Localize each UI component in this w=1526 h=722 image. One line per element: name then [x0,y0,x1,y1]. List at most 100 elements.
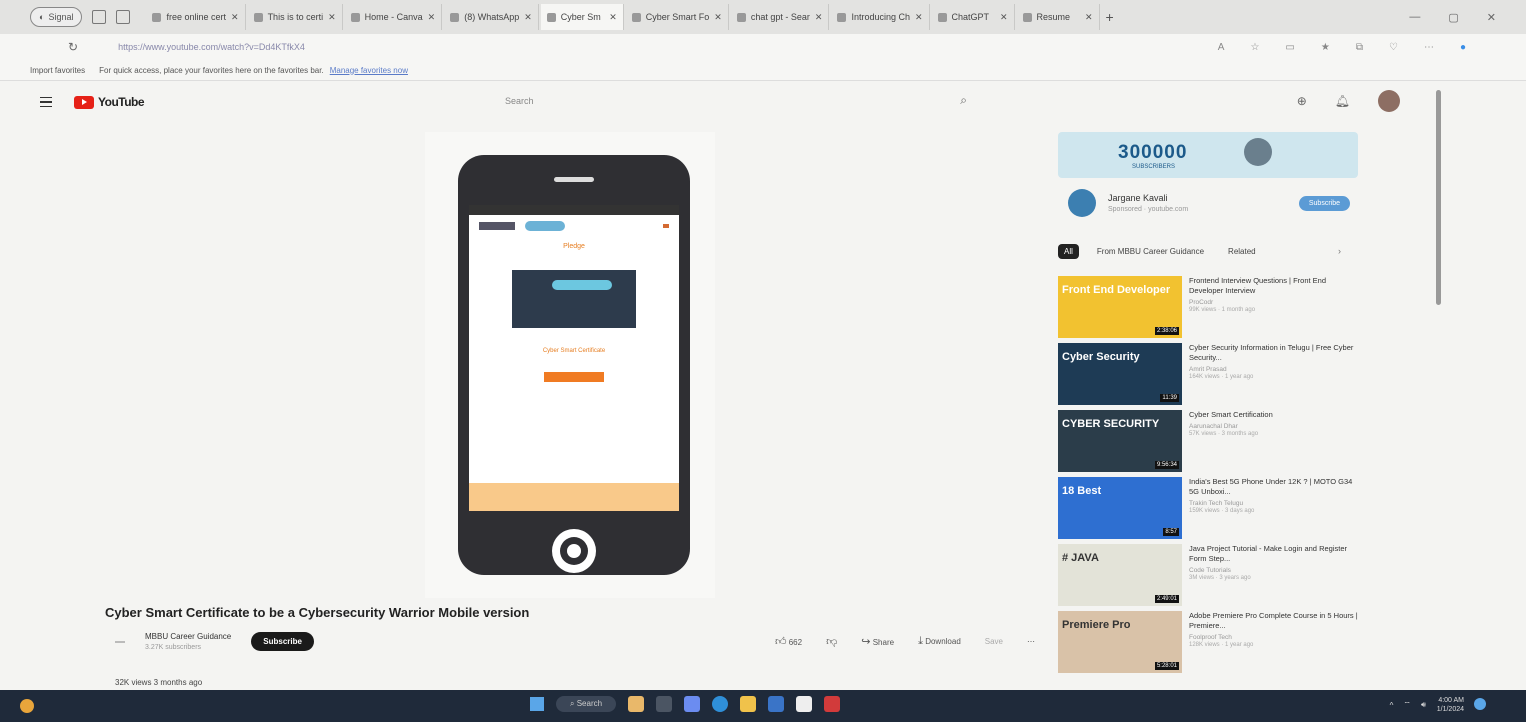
subscribe-button[interactable]: Subscribe [251,632,314,651]
download-button[interactable]: ⤓ Download [918,635,961,648]
copilot-app-icon[interactable] [628,696,645,712]
menu-icon[interactable] [40,96,52,108]
notifications-icon[interactable]: 🔔︎ [1335,94,1350,108]
recommendation-channel[interactable]: Amrit Prasad [1189,366,1358,374]
channel-name[interactable]: MBBU Career Guidance [145,632,231,641]
close-tab-icon[interactable]: ✕ [915,12,923,23]
close-window-icon[interactable]: ✕ [1487,11,1496,24]
video-thumbnail[interactable]: 18 Best 8:57 [1058,477,1182,539]
browser-tab[interactable]: free online cert ✕ [146,4,246,30]
search-icon[interactable]: ⌕ [960,93,967,108]
chips-next-icon[interactable]: › [1338,246,1341,256]
browser-tab[interactable]: Home - Canva ✕ [345,4,443,30]
ad-channel-name[interactable]: Jargane Kavali [1108,193,1188,203]
more-menu-icon[interactable]: ⋯ [1424,42,1434,53]
recommendation-title[interactable]: Adobe Premiere Pro Complete Course in 5 … [1189,611,1358,631]
close-tab-icon[interactable]: ✕ [815,12,823,23]
video-player[interactable]: Pledge Cyber Smart Certificate [425,132,715,598]
taskbar-search[interactable]: ⌕ Search [556,696,617,712]
photos-icon[interactable] [796,696,813,712]
minimize-icon[interactable]: — [1409,11,1420,24]
thumbs-down-icon[interactable]: 👎︎ [826,635,837,648]
browser-tab[interactable]: Cyber Smart Fo ✕ [626,4,729,30]
recommended-video[interactable]: CYBER SECURITY 9:56:34 Cyber Smart Certifi… [1058,410,1358,472]
tab-actions-icon[interactable] [116,10,131,24]
close-tab-icon[interactable]: ✕ [1000,12,1008,23]
task-view-icon[interactable] [656,696,673,712]
recommendation-title[interactable]: Cyber Smart Certification [1189,410,1273,420]
video-thumbnail[interactable]: Cyber Security 11:39 [1058,343,1182,405]
acrobat-icon[interactable] [824,696,841,712]
close-tab-icon[interactable]: ✕ [714,12,722,23]
filter-chip[interactable]: All [1058,244,1079,259]
volume-icon[interactable]: 🔊︎ [1421,700,1426,710]
recommended-video[interactable]: # JAVA 2:49:01 Java Project Tutorial - Mak… [1058,544,1358,606]
video-thumbnail[interactable]: Premiere Pro 5:28:01 [1058,611,1182,673]
close-tab-icon[interactable]: ✕ [524,12,532,23]
save-button[interactable]: Save [985,637,1003,646]
like-button[interactable]: 👍︎ 662 [775,635,802,648]
page-scrollbar[interactable] [1436,90,1441,305]
favorite-star-icon[interactable]: ☆ [1250,42,1259,53]
youtube-logo[interactable]: YouTube [74,95,145,109]
browser-tab[interactable]: Introducing Ch ✕ [831,4,930,30]
close-tab-icon[interactable]: ✕ [231,12,239,23]
recommendation-channel[interactable]: ProCodr [1189,299,1358,307]
browser-tab[interactable]: (8) WhatsApp ✕ [444,4,539,30]
search-input[interactable]: Search [505,96,534,106]
recommended-video[interactable]: Cyber Security 11:39 Cyber Security Inform… [1058,343,1358,405]
browser-tab[interactable]: Resume ✕ [1017,4,1100,30]
browser-tab[interactable]: Cyber Sm ✕ [540,4,624,30]
recommendation-channel[interactable]: Foolproof Tech [1189,634,1358,642]
browser-tab[interactable]: This is to certi ✕ [248,4,343,30]
close-tab-icon[interactable]: ✕ [1085,12,1093,23]
recommended-video[interactable]: Premiere Pro 5:28:01 Adobe Premiere Pro Co… [1058,611,1358,673]
reload-icon[interactable]: ↻ [68,40,78,54]
edge-browser-icon[interactable] [712,696,729,712]
collections-icon[interactable]: ⧉ [1356,42,1363,53]
video-thumbnail[interactable]: Front End Developer 2:38:06 [1058,276,1182,338]
read-aloud-icon[interactable]: A [1218,42,1225,53]
store-icon[interactable] [768,696,785,712]
recommended-video[interactable]: Front End Developer 2:38:06 Frontend Inter… [1058,276,1358,338]
share-button[interactable]: ↪ Share [861,635,894,648]
close-tab-icon[interactable]: ✕ [328,12,336,23]
split-screen-icon[interactable]: ▭ [1285,42,1294,53]
filter-chip[interactable]: From MBBU Career Guidance [1091,244,1210,259]
account-avatar[interactable] [1378,90,1400,112]
create-icon[interactable]: ⊕ [1297,94,1307,108]
tray-chevron-icon[interactable]: ^ [1390,701,1394,710]
browser-essentials-icon[interactable]: ♡ [1389,42,1398,53]
weather-widget[interactable] [20,699,34,713]
close-tab-icon[interactable]: ✕ [609,12,617,23]
ad-banner[interactable]: 300000 SUBSCRIBERS [1058,132,1358,178]
close-tab-icon[interactable]: ✕ [428,12,436,23]
copilot-icon[interactable]: ● [1460,42,1466,53]
search-box[interactable]: Search ⌕ [505,90,975,112]
browser-tab[interactable]: chat gpt - Sear ✕ [731,4,830,30]
notification-icon[interactable] [1474,698,1486,710]
start-button[interactable] [530,697,544,711]
recommendation-title[interactable]: Cyber Security Information in Telugu | F… [1189,343,1358,363]
video-thumbnail[interactable]: # JAVA 2:49:01 [1058,544,1182,606]
video-thumbnail[interactable]: CYBER SECURITY 9:56:34 [1058,410,1182,472]
recommendation-title[interactable]: India's Best 5G Phone Under 12K ? | MOTO… [1189,477,1358,497]
recommendation-title[interactable]: Frontend Interview Questions | Front End… [1189,276,1358,296]
ad-subscribe-button[interactable]: Subscribe [1298,195,1350,211]
browser-tab[interactable]: ChatGPT ✕ [932,4,1015,30]
ad-channel-logo[interactable] [1068,189,1096,217]
recommendation-channel[interactable]: Trakin Tech Telugu [1189,500,1358,508]
url-field[interactable]: https://www.youtube.com/watch?v=Dd4KTfkX… [118,42,618,52]
recommendation-channel[interactable]: Aarunachal Dhar [1189,423,1273,431]
more-actions-icon[interactable]: ⋯ [1027,637,1035,646]
manage-favorites-link[interactable]: Manage favorites now [330,66,408,75]
new-tab-icon[interactable]: + [1106,9,1114,25]
recommendation-title[interactable]: Java Project Tutorial - Make Login and R… [1189,544,1358,564]
taskbar-clock[interactable]: 4:00 AM 1/1/2024 [1437,696,1464,714]
wifi-icon[interactable]: ⌔ [1403,700,1411,710]
workspaces-icon[interactable] [92,10,107,24]
maximize-icon[interactable]: ▢ [1448,11,1458,24]
filter-chip[interactable]: Related [1222,244,1262,259]
file-explorer-icon[interactable] [740,696,757,712]
recommended-video[interactable]: 18 Best 8:57 India's Best 5G Phone Under 1… [1058,477,1358,539]
